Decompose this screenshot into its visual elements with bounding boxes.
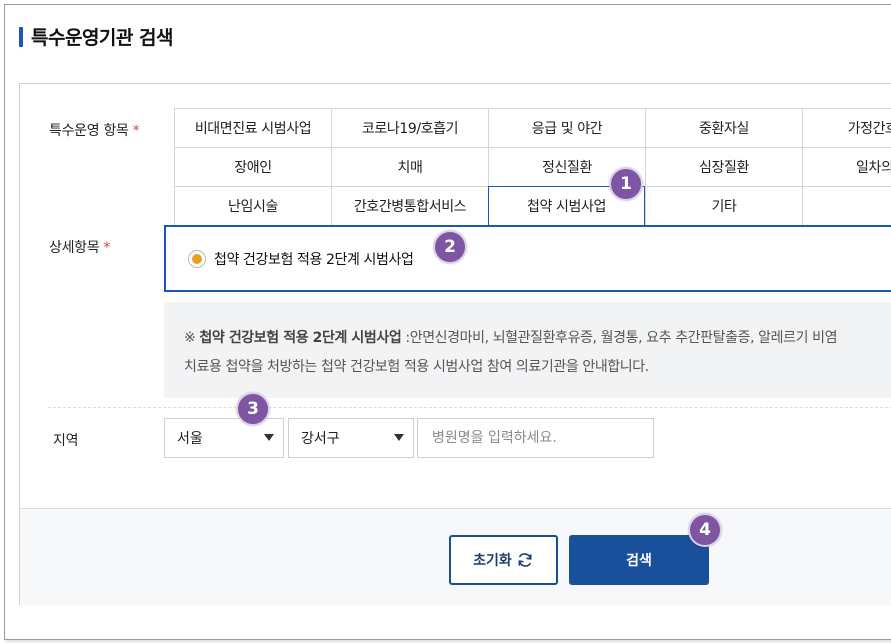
category-cell[interactable]: 장애인: [174, 148, 331, 186]
notice-prefix: ※: [184, 330, 200, 346]
category-grid: 비대면진료 시범사업 코로나19/호흡기 응급 및 야간 중환자실 가정간호/재…: [174, 108, 891, 226]
notice-line-1-text: :안면신경마비, 뇌혈관질환후유증, 월경통, 요추 추간판탈출증, 알레르기 …: [401, 330, 838, 346]
detail-radio-label[interactable]: 첩약 건강보험 적용 2단계 시범사업: [214, 249, 414, 269]
detail-label-text: 상세항목: [49, 240, 100, 256]
category-label: 특수운영 항목 *: [49, 120, 140, 140]
city-select-value: 서울: [177, 431, 203, 447]
notice-box: ※ 첩약 건강보험 적용 2단계 시범사업 :안면신경마비, 뇌혈관질환후유증,…: [164, 302, 891, 398]
search-button[interactable]: 검색: [569, 535, 709, 585]
search-window: 특수운영기관 검색 특수운영 항목 * 비대면진료 시범사업 코로나19/호흡기 …: [4, 4, 891, 640]
category-cell[interactable]: 난임시술: [174, 187, 331, 225]
step-badge-3: 3: [236, 392, 270, 426]
city-select[interactable]: 서울: [164, 418, 284, 458]
section-divider: [48, 407, 891, 408]
detail-options: 첩약 건강보험 적용 2단계 시범사업: [164, 225, 891, 292]
reset-button-label: 초기화: [473, 553, 512, 569]
title-accent-bar: [19, 26, 23, 47]
category-row: 난임시술 간호간병통합서비스 첩약 시범사업 기타: [174, 186, 891, 226]
reset-button[interactable]: 초기화: [449, 535, 558, 585]
notice-bold: 첩약 건강보험 적용 2단계 시범사업: [199, 330, 402, 346]
region-label: 지역: [53, 433, 79, 449]
category-cell-empty: [802, 187, 891, 225]
notice-line-1: ※ 첩약 건강보험 적용 2단계 시범사업 :안면신경마비, 뇌혈관질환후유증,…: [184, 324, 884, 353]
category-cell[interactable]: 비대면진료 시범사업: [174, 109, 331, 147]
district-select-value: 강서구: [301, 431, 340, 447]
required-mark: *: [103, 240, 111, 256]
caret-down-icon: [264, 434, 274, 441]
detail-radio[interactable]: [188, 249, 206, 268]
notice-line-2: 치료용 첩약을 처방하는 첩약 건강보험 적용 시범사업 참여 의료기관을 안내…: [184, 359, 649, 375]
category-cell[interactable]: 치매: [331, 148, 488, 186]
page-title: 특수운영기관 검색: [31, 27, 173, 49]
category-cell[interactable]: 코로나19/호흡기: [331, 109, 488, 147]
category-cell[interactable]: 가정간호/재: [802, 109, 891, 147]
search-form: 특수운영 항목 * 비대면진료 시범사업 코로나19/호흡기 응급 및 야간 중환…: [19, 83, 891, 605]
category-row: 비대면진료 시범사업 코로나19/호흡기 응급 및 야간 중환자실 가정간호/재: [174, 109, 891, 148]
category-cell[interactable]: 심장질환: [645, 148, 802, 186]
district-select[interactable]: 강서구: [288, 418, 414, 458]
caret-down-icon: [394, 434, 404, 441]
category-cell[interactable]: 일차의료: [802, 148, 891, 186]
hospital-name-input[interactable]: [417, 418, 654, 458]
required-mark: *: [132, 123, 140, 139]
category-cell[interactable]: 중환자실: [645, 109, 802, 147]
step-badge-4: 4: [688, 513, 722, 547]
form-footer: 초기화 검색: [20, 508, 891, 605]
page-header: 특수운영기관 검색: [19, 23, 173, 50]
category-label-text: 특수운영 항목: [49, 123, 129, 139]
category-cell[interactable]: 기타: [645, 187, 802, 225]
refresh-icon: [518, 553, 532, 567]
category-cell[interactable]: 간호간병통합서비스: [331, 187, 488, 225]
category-row: 장애인 치매 정신질환 심장질환 일차의료: [174, 148, 891, 187]
search-button-label: 검색: [626, 553, 652, 569]
radio-selected-dot: [192, 253, 202, 264]
step-badge-2: 2: [433, 230, 467, 264]
step-badge-1: 1: [609, 167, 643, 201]
category-cell[interactable]: 응급 및 야간: [488, 109, 645, 147]
detail-label: 상세항목 *: [49, 237, 110, 257]
